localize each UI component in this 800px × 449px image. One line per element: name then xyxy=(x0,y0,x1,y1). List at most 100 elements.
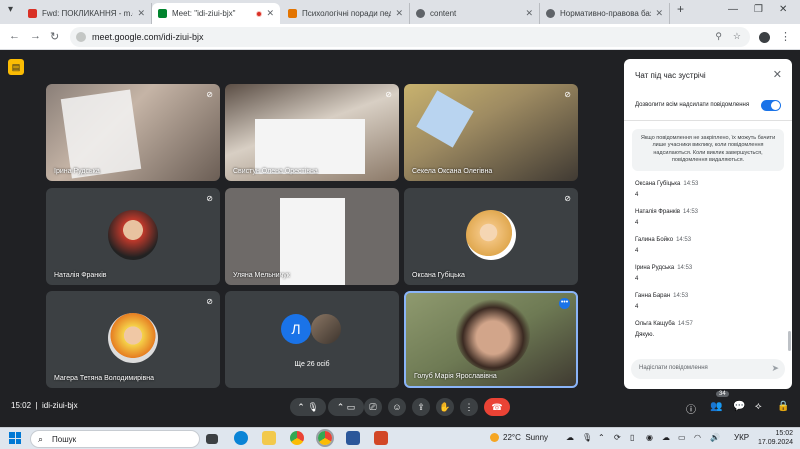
more-vert-icon: ⋮ xyxy=(464,402,474,412)
captions-icon: ⎚ xyxy=(369,402,377,412)
chat-input[interactable]: Надіслати повідомлення ➤ xyxy=(631,359,785,379)
message-sender: Ганна Баран xyxy=(635,293,671,299)
search-icon: ⌕ xyxy=(38,434,44,444)
participant-tile-self[interactable]: ••• Голуб Марія Ярославівна xyxy=(404,291,578,388)
close-tab-icon[interactable]: ✕ xyxy=(655,8,663,19)
participant-name: Ірина Рудська xyxy=(54,168,100,175)
more-options-button[interactable]: ⋮ xyxy=(460,398,478,416)
mic-off-icon: ⊘ xyxy=(564,90,571,99)
reload-icon[interactable]: ↻ xyxy=(50,30,59,43)
chat-input-placeholder: Надіслати повідомлення xyxy=(639,365,708,371)
emoji-button[interactable]: ☺ xyxy=(388,398,406,416)
system-clock[interactable]: 15:02 17.09.2024 xyxy=(758,429,793,447)
people-icon[interactable]: 👥 xyxy=(710,401,722,412)
tab-search-icon[interactable]: ▾ xyxy=(8,4,13,15)
participant-tile[interactable]: ⊘ Наталія Франків xyxy=(46,188,220,285)
zoom-icon[interactable]: ⚲ xyxy=(715,31,722,42)
mic-off-icon: ⊘ xyxy=(206,90,213,99)
participant-tile[interactable]: ⊘ Магера Тетяна Володимирівна xyxy=(46,291,220,388)
raise-hand-button[interactable]: ✋ xyxy=(436,398,454,416)
emoji-icon: ☺ xyxy=(392,402,402,412)
mic-toggle[interactable]: ⌃ 🎙 xyxy=(290,398,326,416)
camera-tray-icon[interactable]: ◉ xyxy=(646,433,653,442)
captions-button[interactable]: ⎚ xyxy=(364,398,382,416)
camera-toggle[interactable]: ⌃ ▭ xyxy=(328,398,364,416)
more-participants-tile[interactable]: Л Ще 26 осіб xyxy=(225,291,399,388)
mobile-icon[interactable]: ▯ xyxy=(630,433,634,442)
chat-icon[interactable]: 💬 xyxy=(733,401,745,412)
close-tab-icon[interactable]: ✕ xyxy=(137,8,145,19)
activities-icon[interactable]: ⟡ xyxy=(755,401,762,412)
address-bar[interactable]: meet.google.com/idi-ziui-bjx ⚲ ☆ xyxy=(70,27,750,47)
wifi-icon[interactable]: ◠ xyxy=(694,433,701,442)
browser-menu-icon[interactable]: ⋮ xyxy=(780,30,791,43)
tab-normatyvno-pravova[interactable]: Нормативно-правова база ✕ xyxy=(540,3,670,24)
participant-tile[interactable]: ⊘ Секела Оксана Олегівна xyxy=(404,84,578,181)
word-icon[interactable] xyxy=(346,431,360,445)
end-call-icon: ☎ xyxy=(491,402,503,412)
mic-off-icon: ⊘ xyxy=(564,194,571,203)
info-icon[interactable]: ⓘ xyxy=(686,401,696,416)
file-explorer-icon[interactable] xyxy=(262,431,276,445)
profile-avatar[interactable] xyxy=(759,32,770,43)
cloud-icon[interactable]: ☁ xyxy=(566,433,574,442)
chevron-up-icon[interactable]: ⌃ xyxy=(337,402,345,412)
back-icon[interactable]: ← xyxy=(9,30,20,42)
forward-icon[interactable]: → xyxy=(30,30,41,42)
message-text: 4 xyxy=(635,276,639,282)
battery-icon[interactable]: ▭ xyxy=(678,433,686,442)
taskbar-search[interactable]: ⌕ Пошук xyxy=(30,430,200,448)
windows-start-button[interactable] xyxy=(9,432,21,444)
chrome-icon[interactable] xyxy=(290,431,304,445)
close-tab-icon[interactable]: ✕ xyxy=(525,8,533,19)
leave-call-button[interactable]: ☎ xyxy=(484,398,510,416)
close-tab-icon[interactable]: ✕ xyxy=(395,8,403,19)
chat-title: Чат під час зустрічі xyxy=(635,71,706,80)
task-view-icon[interactable] xyxy=(206,434,218,444)
participant-tile[interactable]: Уляна Мельничук xyxy=(225,188,399,285)
restore-icon[interactable]: ❐ xyxy=(754,4,763,15)
bookmark-star-icon[interactable]: ☆ xyxy=(733,31,741,42)
present-button[interactable]: ⇪ xyxy=(412,398,430,416)
drawing-paper xyxy=(416,90,474,148)
participant-tile[interactable]: ⊘ Ірина Рудська xyxy=(46,84,220,181)
volume-icon[interactable]: 🔊 xyxy=(710,433,720,442)
site-info-icon[interactable] xyxy=(76,32,86,42)
more-options-icon[interactable]: ••• xyxy=(559,298,570,309)
participant-tile[interactable]: ⊘ Оксана Губіцька xyxy=(404,188,578,285)
chat-message: Галина Бойко 14:53 4 xyxy=(635,237,691,254)
weather-widget[interactable]: 22°C Sunny xyxy=(490,433,548,443)
host-controls-icon[interactable]: 🔒 xyxy=(777,401,789,412)
language-indicator[interactable]: УКР xyxy=(734,433,749,442)
allow-messages-toggle[interactable] xyxy=(761,100,781,111)
update-icon[interactable]: ⟳ xyxy=(614,433,621,442)
chevron-up-icon[interactable]: ⌃ xyxy=(598,433,605,442)
tab-title: content xyxy=(430,9,457,18)
new-tab-button[interactable]: + xyxy=(677,2,684,16)
close-window-icon[interactable]: ✕ xyxy=(779,4,787,15)
close-tab-icon[interactable]: ✕ xyxy=(266,8,274,19)
chat-message: Ганна Баран 14:53 4 xyxy=(635,293,688,310)
participant-tile[interactable]: ⊘ Свистун Олена Орестівна xyxy=(225,84,399,181)
tab-meet[interactable]: Meet: "idi-ziui-bjx" ✕ xyxy=(152,3,280,24)
tab-psykholohichni[interactable]: Психологічні поради педа ✕ xyxy=(282,3,410,24)
chrome-profile-icon[interactable] xyxy=(316,429,334,447)
captions-icon[interactable]: ▤ xyxy=(8,59,24,75)
tab-content[interactable]: content ✕ xyxy=(410,3,540,24)
chevron-up-icon[interactable]: ⌃ xyxy=(297,402,305,412)
powerpoint-icon[interactable] xyxy=(374,431,388,445)
onedrive-icon[interactable]: ☁ xyxy=(662,433,670,442)
divider xyxy=(624,120,792,121)
send-icon[interactable]: ➤ xyxy=(771,363,779,374)
weather-temp: 22°C xyxy=(503,433,521,442)
hand-icon: ✋ xyxy=(439,402,451,412)
edge-icon[interactable] xyxy=(234,431,248,445)
chat-scrollbar[interactable] xyxy=(788,331,791,351)
meeting-code: idi-ziui-bjx xyxy=(42,401,78,410)
close-icon[interactable]: ✕ xyxy=(773,68,782,81)
minimize-icon[interactable]: — xyxy=(728,4,738,15)
tab-fwd-poklykannia[interactable]: Fwd: ПОКЛИКАННЯ - m.go ✕ xyxy=(22,3,152,24)
mic-tray-icon[interactable]: 🎙 xyxy=(582,433,592,442)
mic-off-icon: ⊘ xyxy=(206,194,213,203)
chat-message: Ірина Рудська 14:53 4 xyxy=(635,265,692,282)
